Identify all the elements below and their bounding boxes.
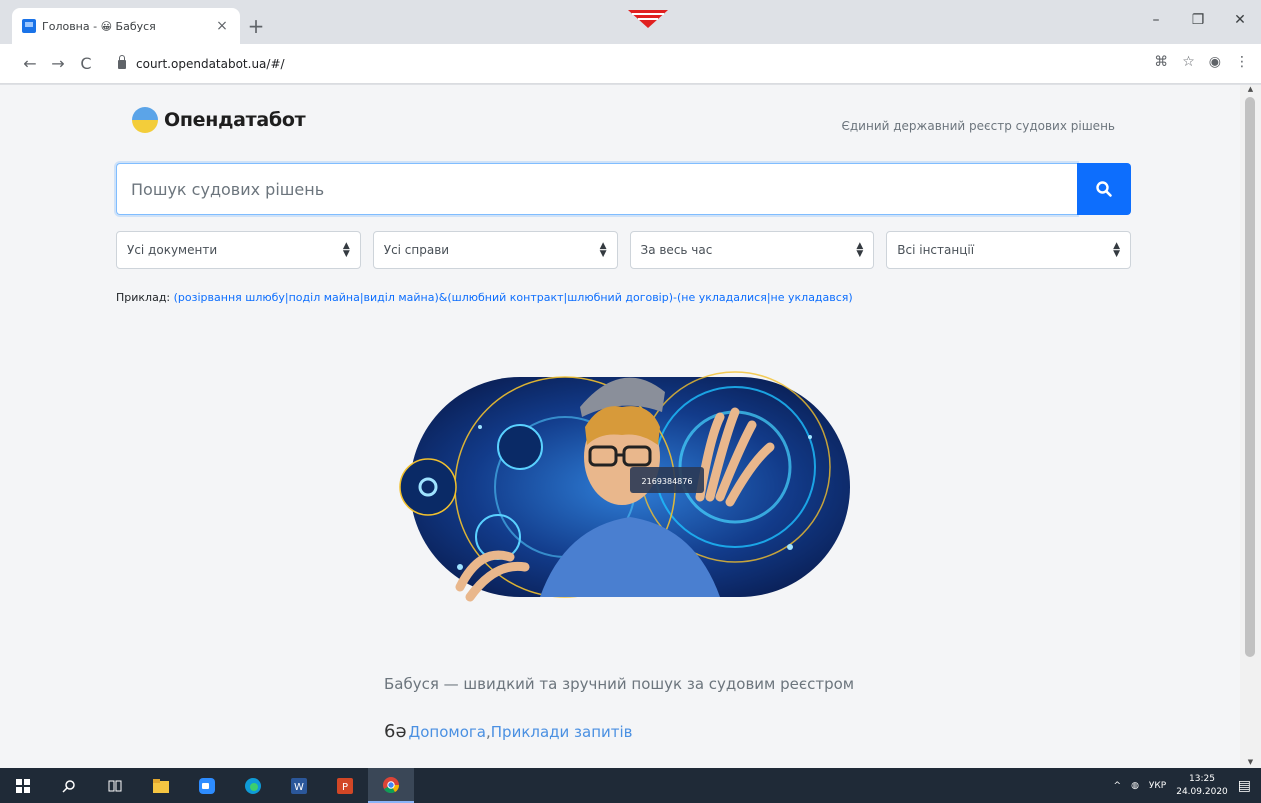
- example-label: Приклад:: [116, 291, 171, 304]
- select-arrows-icon: ▲ ▼: [856, 241, 864, 259]
- network-icon[interactable]: ◍: [1131, 781, 1139, 791]
- tagline: Бабуся — швидкий та зручний пошук за суд…: [384, 675, 855, 693]
- minimize-button[interactable]: –: [1135, 0, 1177, 40]
- language-indicator[interactable]: УКР: [1149, 781, 1166, 791]
- folder-icon: [153, 778, 169, 793]
- start-button[interactable]: [0, 768, 46, 803]
- svg-text:P: P: [342, 782, 348, 793]
- menu-kebab-icon[interactable]: ⋮: [1235, 54, 1249, 70]
- filter-label: За весь час: [640, 243, 713, 257]
- toolbar-actions: ⌘ ☆ ◉ ⋮: [1154, 54, 1249, 70]
- restore-button[interactable]: ❐: [1177, 0, 1219, 40]
- tab-strip: Головна - 😀 Бабуся × + – ❐ ✕: [0, 0, 1261, 44]
- filter-instances-select[interactable]: Всі інстанції ▲ ▼: [886, 231, 1131, 269]
- svg-text:W: W: [294, 782, 304, 793]
- word-icon: W: [291, 777, 307, 794]
- word-app-button[interactable]: W: [276, 768, 322, 803]
- example-query-link[interactable]: (розірвання шлюбу|поділ майна|виділ майн…: [174, 291, 853, 304]
- browser-toolbar: ← → C court.opendatabot.ua/#/ ⌘ ☆ ◉ ⋮: [0, 44, 1261, 84]
- filter-label: Усі документи: [127, 243, 218, 257]
- edge-browser-button[interactable]: [230, 768, 276, 803]
- filter-label: Всі інстанції: [897, 243, 975, 257]
- logo-text: Опендатабот: [164, 109, 306, 131]
- back-arrow-icon[interactable]: ←: [16, 54, 44, 73]
- help-line: 6ə Допомога , Приклади запитів: [384, 721, 633, 742]
- hero-illustration: 2169384876: [399, 371, 850, 602]
- site-favicon-icon: [22, 19, 36, 33]
- scroll-up-icon[interactable]: ▲: [1240, 85, 1261, 93]
- filter-documents-select[interactable]: Усі документи ▲ ▼: [116, 231, 361, 269]
- tray-expand-icon[interactable]: ^: [1114, 781, 1122, 791]
- task-view-icon: [108, 780, 122, 791]
- windows-logo-icon: [16, 778, 30, 793]
- new-tab-button[interactable]: +: [246, 14, 266, 38]
- help-link[interactable]: Допомога: [409, 723, 486, 741]
- registry-link[interactable]: Єдиний державний реєстр судових рішень: [842, 119, 1116, 133]
- filter-label: Усі справи: [383, 243, 450, 257]
- query-examples-link[interactable]: Приклади запитів: [491, 723, 633, 741]
- translate-icon[interactable]: ⌘: [1154, 54, 1168, 70]
- select-arrows-icon: ▲ ▼: [599, 241, 607, 259]
- powerpoint-icon: P: [337, 777, 353, 794]
- windows-taskbar: W P ^ ◍ УКР 13:25 24.09.2020 ▤: [0, 768, 1261, 803]
- powerpoint-app-button[interactable]: P: [322, 768, 368, 803]
- search-taskbar-button[interactable]: [46, 768, 92, 803]
- browser-tab-active[interactable]: Головна - 😀 Бабуся ×: [12, 8, 240, 44]
- search-button[interactable]: [1077, 163, 1131, 215]
- clock-time: 13:25: [1189, 773, 1215, 784]
- search-bar: [116, 163, 1131, 215]
- close-window-button[interactable]: ✕: [1219, 0, 1261, 40]
- magnifier-icon: [62, 779, 75, 793]
- forward-arrow-icon[interactable]: →: [44, 54, 72, 73]
- tab-close-button[interactable]: ×: [214, 18, 230, 34]
- select-arrows-icon: ▲ ▼: [342, 241, 350, 259]
- profile-icon[interactable]: ◉: [1209, 54, 1221, 70]
- filter-time-select[interactable]: За весь час ▲ ▼: [629, 231, 875, 269]
- hero-badge-text: 2169384876: [642, 477, 693, 486]
- window-controls: – ❐ ✕: [1135, 0, 1261, 40]
- lock-icon: [118, 54, 126, 69]
- logo-icon: [132, 107, 158, 133]
- tab-title: Головна - 😀 Бабуся: [42, 19, 156, 33]
- file-explorer-button[interactable]: [138, 768, 184, 803]
- scrollbar-thumb[interactable]: [1245, 97, 1255, 657]
- address-bar[interactable]: court.opendatabot.ua/#/: [110, 50, 1110, 78]
- filter-cases-select[interactable]: Усі справи ▲ ▼: [372, 231, 618, 269]
- page-scrollbar[interactable]: ▲ ▼: [1240, 85, 1261, 768]
- page-viewport: Опендатабот Єдиний державний реєстр судо…: [0, 85, 1240, 768]
- chrome-app-button[interactable]: [368, 768, 414, 803]
- zoom-icon: [199, 777, 215, 794]
- clock-date: 24.09.2020: [1176, 786, 1228, 797]
- example-line: Приклад: (розірвання шлюбу|поділ майна|в…: [116, 291, 853, 304]
- clock[interactable]: 13:25 24.09.2020: [1176, 773, 1228, 799]
- system-tray: ^ ◍ УКР 13:25 24.09.2020 ▤: [1114, 768, 1261, 803]
- chrome-icon: [383, 776, 399, 793]
- site-logo[interactable]: Опендатабот: [132, 107, 306, 133]
- zoom-app-button[interactable]: [184, 768, 230, 803]
- notifications-icon[interactable]: ▤: [1238, 778, 1251, 794]
- scroll-down-icon[interactable]: ▼: [1240, 758, 1261, 766]
- red-marker-icon: [628, 10, 668, 28]
- reload-icon[interactable]: C: [72, 54, 100, 73]
- url-text: court.opendatabot.ua/#/: [136, 57, 285, 71]
- search-input[interactable]: [116, 163, 1077, 215]
- glasses-icon: 6ə: [384, 721, 407, 742]
- task-view-button[interactable]: [92, 768, 138, 803]
- select-arrows-icon: ▲ ▼: [1113, 241, 1120, 259]
- bookmark-star-icon[interactable]: ☆: [1182, 54, 1195, 70]
- edge-icon: [245, 777, 261, 794]
- search-icon: [1096, 181, 1112, 197]
- filter-row: Усі документи ▲ ▼ Усі справи ▲ ▼ За весь ч…: [116, 231, 1131, 269]
